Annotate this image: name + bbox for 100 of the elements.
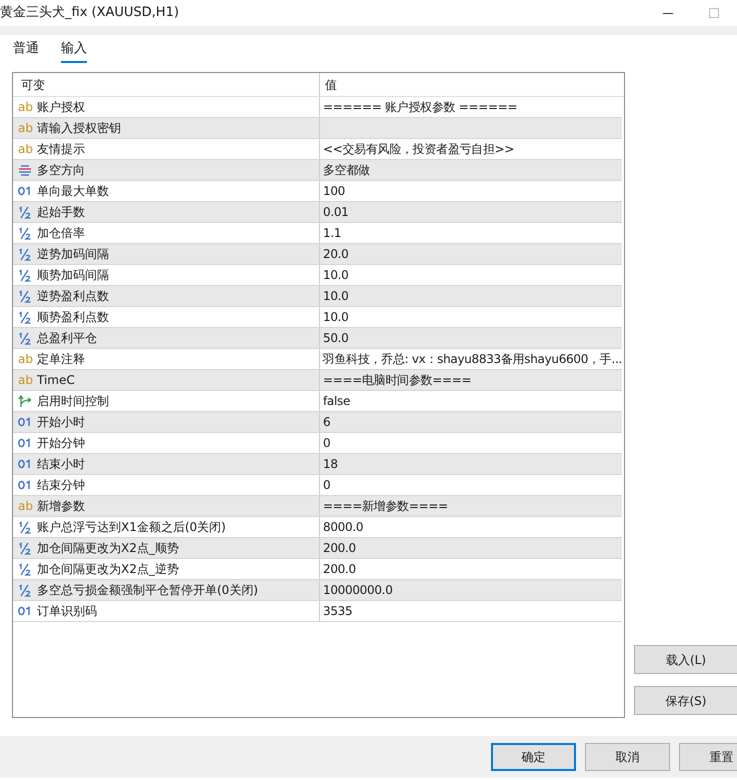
fraction-type-icon: [18, 206, 32, 218]
parameter-name: 订单识别码: [37, 603, 97, 620]
parameter-value: 200.0: [322, 540, 356, 557]
parameter-row[interactable]: 启用时间控制 false: [13, 391, 622, 412]
maximize-icon: [709, 8, 719, 18]
parameter-name: TimeC: [37, 372, 75, 389]
parameter-name: 加仓间隔更改为X2点_逆势: [37, 561, 179, 578]
tab[interactable]: 输入: [61, 39, 87, 63]
parameter-row[interactable]: 账户总浮亏达到X1金额之后(0关闭) 8000.0: [13, 517, 622, 538]
dialog-button[interactable]: 确定: [491, 743, 576, 771]
parameter-name: 启用时间控制: [37, 393, 109, 410]
parameter-row[interactable]: 加仓间隔更改为X2点_逆势 200.0: [13, 559, 622, 580]
parameter-name: 账户总浮亏达到X1金额之后(0关闭): [37, 519, 226, 536]
parameter-row[interactable]: ab TimeC ====电脑时间参数====: [13, 370, 622, 391]
parameter-value: 100: [322, 183, 346, 200]
parameter-row[interactable]: 逆势盈利点数 10.0: [13, 286, 622, 307]
parameter-row[interactable]: ab 请输入授权密钥: [13, 118, 622, 139]
parameter-row[interactable]: 订单识别码 3535: [13, 601, 622, 622]
text-type-icon: ab: [18, 500, 32, 512]
parameter-value: <<交易有风险，投资者盈亏自担>>: [322, 141, 514, 158]
parameter-row[interactable]: 起始手数 0.01: [13, 202, 622, 223]
tab[interactable]: 普通: [13, 39, 39, 63]
parameter-row[interactable]: 开始小时 6: [13, 412, 622, 433]
parameter-row[interactable]: 多空方向 多空都做: [13, 160, 622, 181]
parameter-value: 50.0: [322, 330, 349, 347]
parameter-name: 开始小时: [37, 414, 85, 431]
text-type-icon: ab: [18, 101, 32, 113]
parameter-name: 顺势加码间隔: [37, 267, 109, 284]
parameter-value: false: [322, 393, 350, 410]
parameter-value: 8000.0: [322, 519, 364, 536]
parameter-name: 结束小时: [37, 456, 85, 473]
parameter-row[interactable]: 顺势盈利点数 10.0: [13, 307, 622, 328]
parameter-row[interactable]: ab 账户授权 ====== 账户授权参数 ======: [13, 97, 622, 118]
parameter-name: 单向最大单数: [37, 183, 109, 200]
integer-type-icon: [18, 186, 32, 196]
fraction-type-icon: [18, 562, 32, 576]
parameter-value: 3535: [322, 603, 352, 620]
integer-type-icon: [18, 438, 32, 448]
parameter-row[interactable]: 逆势加码间隔 20.0: [13, 244, 622, 265]
parameter-value: 多空都做: [322, 162, 370, 179]
integer-type-icon: [18, 417, 32, 427]
parameter-name: 多空方向: [37, 162, 85, 179]
parameter-row[interactable]: 加仓倍率 1.1: [13, 223, 622, 244]
parameter-value: 200.0: [322, 561, 356, 578]
fraction-type-icon: [18, 226, 32, 240]
fraction-type-icon: [18, 332, 32, 344]
fraction-type-icon: [18, 248, 32, 260]
parameter-row[interactable]: 加仓间隔更改为X2点_顺势 200.0: [13, 538, 622, 559]
parameter-name: 起始手数: [37, 204, 85, 221]
parameter-name: 加仓倍率: [37, 225, 85, 242]
parameter-value: ====== 账户授权参数 ======: [322, 99, 518, 116]
parameter-value: 0.01: [322, 204, 349, 221]
parameter-value: 0: [322, 435, 330, 452]
column-header: 值: [324, 76, 337, 94]
parameter-name: 定单注释: [37, 351, 85, 368]
list-type-icon: [18, 164, 32, 176]
integer-type-icon: [18, 459, 32, 469]
integer-type-icon: [18, 606, 32, 616]
parameter-row[interactable]: 结束分钟 0: [13, 475, 622, 496]
side-button[interactable]: 载入(L): [634, 645, 737, 674]
text-type-icon: ab: [18, 353, 32, 365]
parameter-value: 1.1: [322, 225, 342, 242]
parameter-value: 18: [322, 456, 338, 473]
parameter-value: ====电脑时间参数====: [322, 372, 472, 389]
parameter-row[interactable]: 结束小时 18: [13, 454, 622, 475]
parameter-name: 加仓间隔更改为X2点_顺势: [37, 540, 179, 557]
window-title: 黄金三头犬_fix (XAUUSD,H1): [0, 4, 179, 22]
branch-arrow-icon: [18, 394, 32, 408]
text-type-icon: ab: [18, 122, 32, 134]
parameter-name: 逆势加码间隔: [37, 246, 109, 263]
parameter-row[interactable]: 顺势加码间隔 10.0: [13, 265, 622, 286]
parameter-name: 多空总亏损金额强制平仓暂停开单(0关闭): [37, 582, 258, 599]
parameter-name: 结束分钟: [37, 477, 85, 494]
parameter-value: 6: [322, 414, 330, 431]
fraction-type-icon: [18, 542, 32, 554]
fraction-type-icon: [18, 584, 32, 596]
parameter-value: 10.0: [322, 309, 349, 326]
parameter-name: 账户授权: [37, 99, 85, 116]
parameter-name: 总盈利平仓: [37, 330, 97, 347]
fraction-type-icon: [18, 268, 32, 282]
dialog-button[interactable]: 重置: [679, 743, 737, 771]
text-type-icon: ab: [18, 143, 32, 155]
parameter-row[interactable]: 多空总亏损金额强制平仓暂停开单(0关闭) 10000000.0: [13, 580, 622, 601]
parameter-row[interactable]: ab 定单注释 羽鱼科技，乔总: vx：shayu8833备用shayu6600，手...: [13, 349, 622, 370]
integer-type-icon: [18, 480, 32, 490]
minimize-icon: [663, 12, 673, 14]
parameter-value: 羽鱼科技，乔总: vx：shayu8833备用shayu6600，手...: [322, 351, 622, 368]
dialog-button[interactable]: 取消: [585, 743, 670, 771]
side-button[interactable]: 保存(S): [634, 686, 737, 715]
parameter-value: 20.0: [322, 246, 349, 263]
parameter-row[interactable]: 开始分钟 0: [13, 433, 622, 454]
parameter-row[interactable]: ab 新增参数 ====新增参数====: [13, 496, 622, 517]
parameter-name: 逆势盈利点数: [37, 288, 109, 305]
fraction-type-icon: [18, 520, 32, 534]
parameter-value: 10000000.0: [322, 582, 393, 599]
parameter-row[interactable]: 单向最大单数 100: [13, 181, 622, 202]
parameter-name: 顺势盈利点数: [37, 309, 109, 326]
parameter-row[interactable]: 总盈利平仓 50.0: [13, 328, 622, 349]
fraction-type-icon: [18, 310, 32, 324]
parameter-row[interactable]: ab 友情提示 <<交易有风险，投资者盈亏自担>>: [13, 139, 622, 160]
